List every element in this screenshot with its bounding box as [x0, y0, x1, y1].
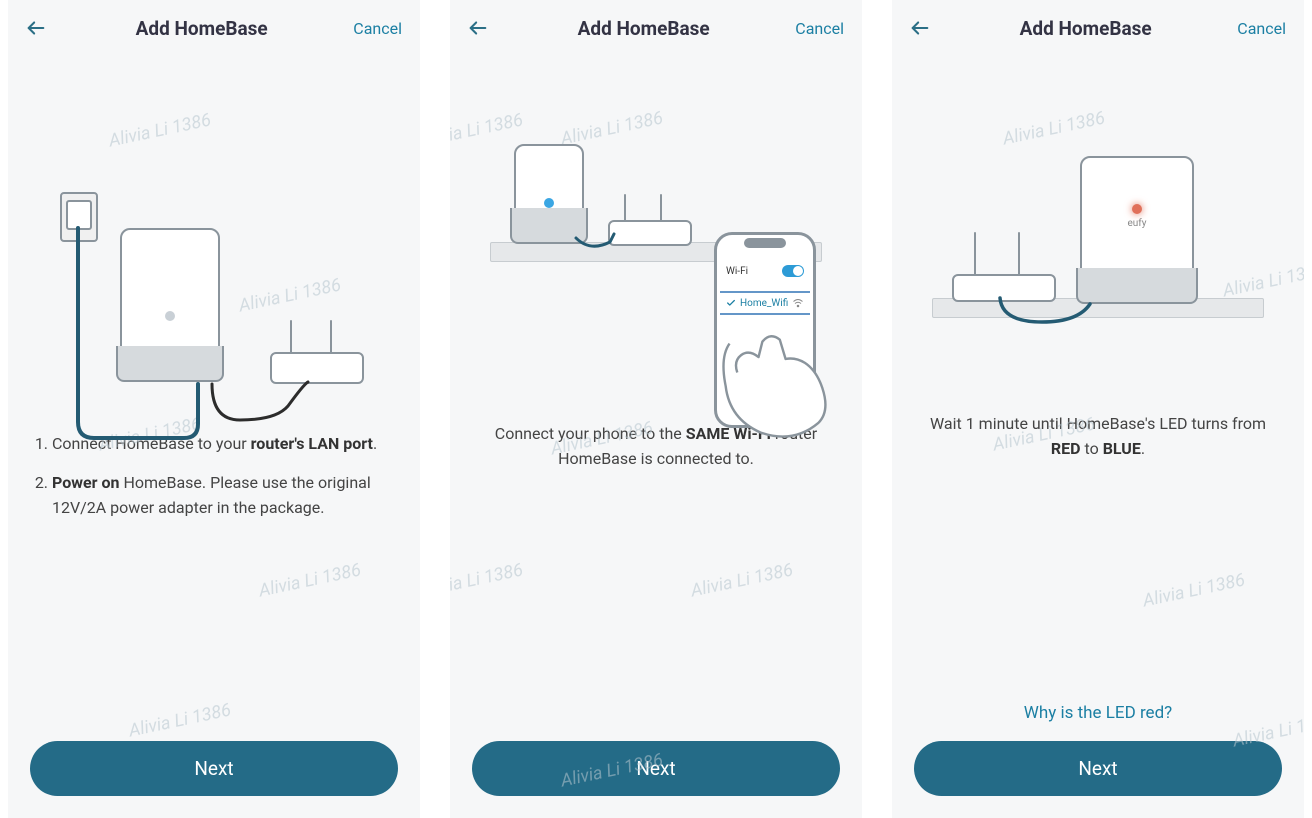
text: Wi-Fi — [726, 266, 748, 277]
setup-screen-wait-led: Alivia Li 1386 Alivia Li 1386 Alivia Li … — [892, 0, 1304, 818]
instruction-step-2: Power on HomeBase. Please use the origin… — [52, 471, 396, 521]
checkmark-icon — [726, 298, 736, 308]
back-button[interactable] — [906, 14, 934, 42]
back-button[interactable] — [22, 14, 50, 42]
arrow-left-icon — [909, 17, 931, 39]
screen-title: Add HomeBase — [136, 17, 268, 40]
text-bold: Power on — [52, 473, 119, 492]
spacer — [8, 534, 420, 741]
next-button[interactable]: Next — [472, 741, 840, 796]
wifi-icon — [792, 297, 804, 309]
illustration-connect-router — [8, 52, 420, 432]
cable-icon — [8, 52, 420, 452]
illustration-same-wifi: Wi-Fi Home_Wifi — [450, 52, 862, 422]
setup-screen-same-wifi: Alivia Li 1386 Alivia Li 1386 Alivia Li … — [450, 0, 862, 818]
phone-wifi-network-row: Home_Wifi — [720, 291, 810, 315]
spacer — [450, 472, 862, 741]
text: Home_Wifi — [740, 298, 788, 309]
next-button[interactable]: Next — [914, 741, 1282, 796]
back-button[interactable] — [464, 14, 492, 42]
illustration-led-wait: eufy — [892, 52, 1304, 412]
cancel-button[interactable]: Cancel — [353, 19, 402, 38]
cancel-button[interactable]: Cancel — [1237, 19, 1286, 38]
phone-notch-icon — [744, 238, 786, 248]
wifi-network-name: Home_Wifi — [726, 298, 788, 309]
setup-screen-connect-router: Alivia Li 1386 Alivia Li 1386 Alivia Li … — [8, 0, 420, 818]
cancel-button[interactable]: Cancel — [795, 19, 844, 38]
phone-wifi-header: Wi-Fi — [720, 265, 810, 277]
top-bar: Add HomeBase Cancel — [450, 0, 862, 52]
spacer — [892, 462, 1304, 697]
screen-title: Add HomeBase — [578, 17, 710, 40]
arrow-left-icon — [467, 17, 489, 39]
toggle-on-icon — [782, 265, 804, 277]
screen-title: Add HomeBase — [1020, 17, 1152, 40]
top-bar: Add HomeBase Cancel — [8, 0, 420, 52]
phone-in-hand-icon: Wi-Fi Home_Wifi — [696, 232, 826, 452]
why-led-red-link[interactable]: Why is the LED red? — [892, 697, 1304, 741]
hand-icon — [716, 328, 832, 448]
arrow-left-icon — [25, 17, 47, 39]
top-bar: Add HomeBase Cancel — [892, 0, 1304, 52]
next-button[interactable]: Next — [30, 741, 398, 796]
cable-icon — [892, 52, 1304, 452]
three-up-container: Alivia Li 1386 Alivia Li 1386 Alivia Li … — [0, 0, 1312, 818]
